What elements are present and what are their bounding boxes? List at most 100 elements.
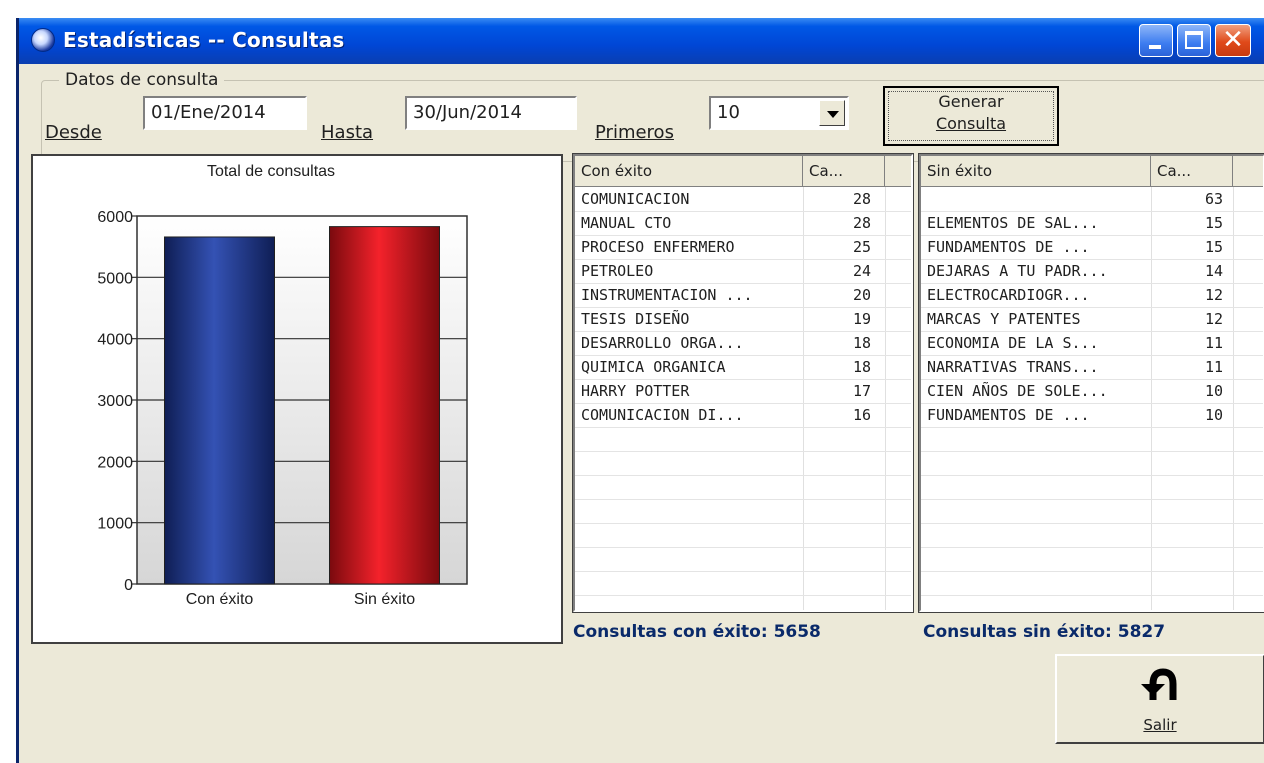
statistics-window: Estadísticas -- Consultas ✕ Datos de con… (16, 18, 1264, 763)
title-bar[interactable]: Estadísticas -- Consultas ✕ (19, 18, 1264, 64)
row-title: QUIMICA ORGANICA (581, 358, 726, 376)
fail-col-name-header[interactable]: Sin éxito (921, 156, 1151, 186)
list-row[interactable] (921, 523, 1263, 548)
list-row[interactable] (575, 475, 911, 500)
row-count: 63 (1204, 190, 1223, 208)
list-row[interactable]: PETROLEO 24 (575, 259, 911, 284)
row-title: PROCESO ENFERMERO (581, 238, 735, 256)
list-row[interactable]: TESIS DISEÑO 19 (575, 307, 911, 332)
list-row[interactable] (921, 427, 1263, 452)
list-row[interactable] (575, 427, 911, 452)
row-title: DEJARAS A TU PADR... (927, 262, 1108, 280)
list-row[interactable] (921, 547, 1263, 572)
row-count: 10 (1204, 406, 1223, 424)
list-row[interactable]: INSTRUMENTACION ... 20 (575, 283, 911, 308)
row-count: 28 (852, 190, 871, 208)
row-title: MARCAS Y PATENTES (927, 310, 1081, 328)
primeros-select[interactable]: 10 (709, 96, 849, 130)
maximize-button[interactable] (1177, 24, 1211, 57)
window-title: Estadísticas -- Consultas (63, 28, 345, 52)
row-title: NARRATIVAS TRANS... (927, 358, 1099, 376)
list-row[interactable] (921, 475, 1263, 500)
desde-label-text: Desde (45, 122, 102, 143)
close-button[interactable]: ✕ (1215, 24, 1251, 57)
row-title: PETROLEO (581, 262, 654, 280)
generate-query-button[interactable]: Generar Consulta (883, 86, 1059, 146)
success-col-count-header[interactable]: Ca... (803, 156, 885, 186)
row-count: 16 (852, 406, 871, 424)
row-title: DESARROLLO ORGA... (581, 334, 744, 352)
y-tick-label: 3000 (97, 393, 133, 410)
row-title: INSTRUMENTACION ... (581, 286, 753, 304)
row-title: TESIS DISEÑO (581, 310, 690, 328)
list-row[interactable] (921, 571, 1263, 596)
row-title: FUNDAMENTOS DE ... (927, 406, 1090, 424)
fail-list[interactable]: Sin éxito Ca... 63 ELEMENTOS DE SAL... 15 F… (918, 153, 1264, 613)
row-count: 28 (852, 214, 871, 232)
list-row[interactable] (575, 571, 911, 596)
dropdown-button[interactable] (819, 100, 845, 126)
success-col-name-header[interactable]: Con éxito (575, 156, 803, 186)
y-tick-label: 0 (124, 577, 133, 594)
minimize-button[interactable] (1139, 24, 1173, 57)
y-tick-label: 2000 (97, 454, 133, 471)
row-count: 18 (852, 358, 871, 376)
list-row[interactable]: COMUNICACION DI... 16 (575, 403, 911, 428)
row-count: 15 (1204, 238, 1223, 256)
primeros-label-text: Primeros (595, 122, 674, 143)
row-count: 15 (1204, 214, 1223, 232)
u-turn-arrow-icon (1141, 668, 1177, 700)
minimize-icon (1149, 45, 1161, 49)
list-row[interactable]: COMUNICACION 28 (575, 187, 911, 212)
success-total-label: Consultas con éxito: 5658 (573, 622, 821, 642)
list-row[interactable]: QUIMICA ORGANICA 18 (575, 355, 911, 380)
row-count: 17 (852, 382, 871, 400)
list-row[interactable]: 63 (921, 187, 1263, 212)
list-row[interactable]: NARRATIVAS TRANS... 11 (921, 355, 1263, 380)
list-row[interactable] (575, 451, 911, 476)
row-title: ELEMENTOS DE SAL... (927, 214, 1099, 232)
row-title: MANUAL CTO (581, 214, 672, 232)
hasta-label: Hasta (321, 122, 373, 143)
list-row[interactable]: CIEN AÑOS DE SOLE... 10 (921, 379, 1263, 404)
success-list[interactable]: Con éxito Ca... COMUNICACION 28 MANUAL CTO… (572, 153, 914, 613)
row-count: 25 (852, 238, 871, 256)
row-count: 11 (1204, 334, 1223, 352)
list-row[interactable] (921, 499, 1263, 524)
bar-con-exito (164, 236, 275, 585)
chart-panel: Total de consultas 0 1000 2000 3000 4000 5000… (31, 154, 563, 644)
list-row[interactable]: FUNDAMENTOS DE ... 15 (921, 235, 1263, 260)
list-row[interactable] (575, 499, 911, 524)
list-row[interactable]: PROCESO ENFERMERO 25 (575, 235, 911, 260)
row-title: CIEN AÑOS DE SOLE... (927, 382, 1108, 400)
desde-date-input[interactable]: 01/Ene/2014 (143, 96, 307, 130)
list-row[interactable]: DEJARAS A TU PADR... 14 (921, 259, 1263, 284)
list-row[interactable]: FUNDAMENTOS DE ... 10 (921, 403, 1263, 428)
list-row[interactable]: HARRY POTTER 17 (575, 379, 911, 404)
chart-title: Total de consultas (207, 163, 335, 180)
list-row[interactable]: ELECTROCARDIOGR... 12 (921, 283, 1263, 308)
row-count: 12 (1204, 286, 1223, 304)
list-row[interactable] (921, 451, 1263, 476)
list-row[interactable] (575, 547, 911, 572)
list-row[interactable]: ELEMENTOS DE SAL... 15 (921, 211, 1263, 236)
list-row[interactable] (575, 523, 911, 548)
exit-button[interactable]: Salir (1055, 654, 1264, 744)
list-row[interactable]: DESARROLLO ORGA... 18 (575, 331, 911, 356)
maximize-icon (1185, 31, 1203, 49)
bar-chart: Total de consultas 0 1000 2000 3000 4000 5000… (97, 163, 468, 608)
fail-col-count-header[interactable]: Ca... (1151, 156, 1233, 186)
hasta-date-input[interactable]: 30/Jun/2014 (405, 96, 577, 130)
row-title: ECONOMIA DE LA S... (927, 334, 1099, 352)
row-count: 20 (852, 286, 871, 304)
row-count: 11 (1204, 358, 1223, 376)
x-category-label: Sin éxito (354, 591, 415, 608)
bar-sin-exito (329, 226, 440, 585)
row-count: 19 (852, 310, 871, 328)
exit-label: Salir (1143, 716, 1177, 734)
list-row[interactable]: ECONOMIA DE LA S... 11 (921, 331, 1263, 356)
list-row[interactable]: MARCAS Y PATENTES 12 (921, 307, 1263, 332)
list-row[interactable]: MANUAL CTO 28 (575, 211, 911, 236)
query-group-label: Datos de consulta (59, 70, 225, 90)
row-count: 24 (852, 262, 871, 280)
